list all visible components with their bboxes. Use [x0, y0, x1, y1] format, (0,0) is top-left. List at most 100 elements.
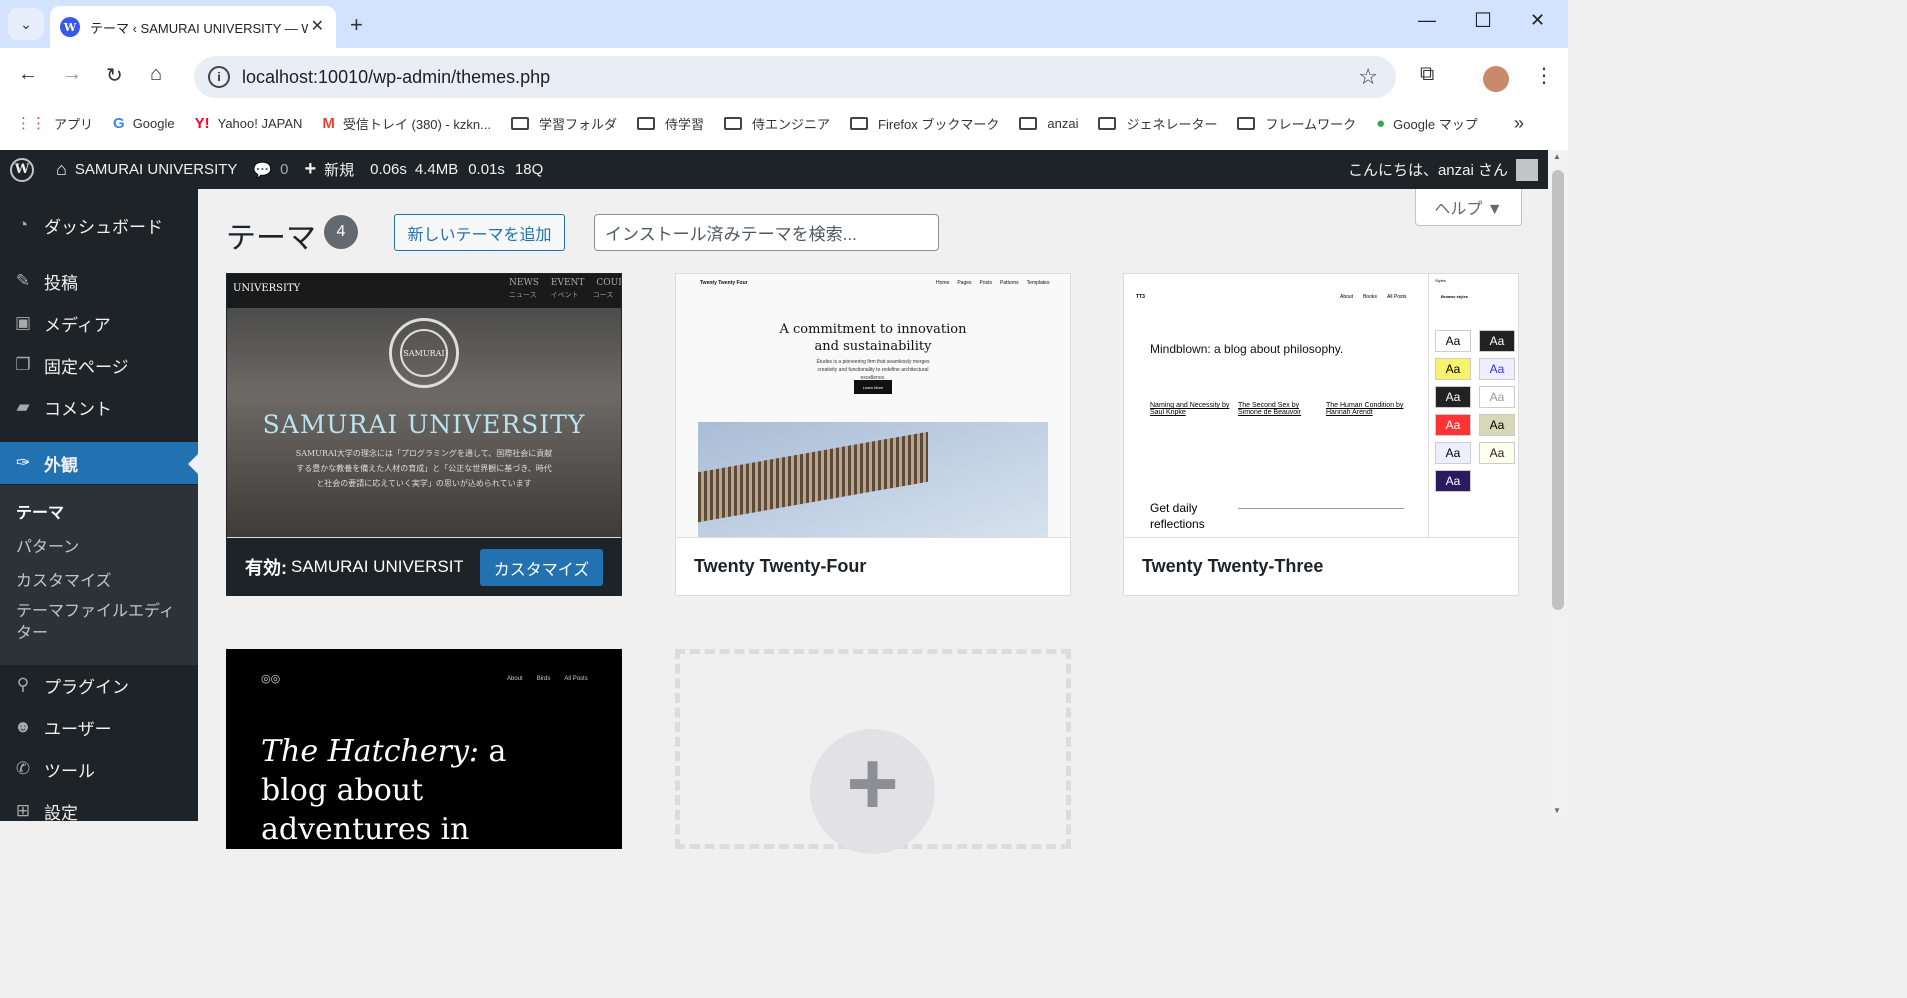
hatchery-logo-icon: ◎◎	[261, 673, 281, 685]
samurai-shot-nav: NEWSEVENTCOURSE	[509, 278, 621, 288]
bookmarks-bar: ⋮⋮ アプリ G Google Y! Yahoo! JAPAN M 受信トレイ (380…	[0, 106, 1568, 140]
t23-shot-footer: Get daily reflections	[1150, 501, 1205, 531]
reload-icon[interactable]: ↻	[106, 63, 123, 88]
theme-card-hatchery[interactable]: ◎◎ About Birds All Posts The Hatchery: a b…	[226, 649, 622, 849]
bookmark-gmail[interactable]: M 受信トレイ (380) - kzkn...	[322, 114, 491, 133]
hatchery-shot-nav: About Birds All Posts	[507, 676, 588, 682]
samurai-shot-nav-sub: ニュース イベント コース	[509, 292, 614, 299]
folder-icon	[1098, 116, 1117, 130]
menu-tools[interactable]: ✆ ツール	[0, 748, 198, 790]
theme-search-input[interactable]: インストール済みテーマを検索...	[594, 214, 939, 251]
new-content-link[interactable]: + 新規	[304, 158, 354, 181]
menu-users[interactable]: ☻ ユーザー	[0, 706, 198, 748]
bookmark-yahoo[interactable]: Y! Yahoo! JAPAN	[195, 115, 303, 132]
theme-screenshot-samurai: UNIVERSITY NEWSEVENTCOURSE ニュースイベントコース S…	[227, 274, 621, 537]
bookmark-google-maps[interactable]: ● Google マップ	[1376, 114, 1478, 133]
minimize-icon[interactable]: —	[1418, 10, 1436, 31]
appearance-submenu: テーマ パターン カスタマイズ テーマファイルエディター	[0, 485, 198, 665]
menu-pages[interactable]: ❐ 固定ページ	[0, 344, 198, 386]
t24-shot-heading: A commitment to innovation and sustainab…	[779, 322, 967, 354]
home-icon[interactable]: ⌂	[150, 63, 162, 86]
close-tab-icon[interactable]: ✕	[311, 16, 324, 36]
back-icon[interactable]: ←	[18, 63, 38, 86]
extensions-icon[interactable]: ⧉	[1420, 63, 1434, 86]
scrollbar-thumb[interactable]	[1552, 170, 1564, 610]
page-title: テーマ	[226, 222, 316, 255]
yahoo-icon: Y!	[194, 114, 210, 132]
t23-shot-post-1: Naming and Necessity by Saul Kripke	[1150, 402, 1230, 416]
menu-plugins[interactable]: ⚲ プラグイン	[0, 664, 198, 706]
close-window-icon[interactable]: ✕	[1530, 10, 1545, 31]
query-monitor-stats[interactable]: 0.06s 4.4MB 0.01s 18Q	[370, 161, 543, 178]
plugin-icon: ⚲	[16, 675, 30, 694]
wp-admin-bar: W ⌂ SAMURAI UNIVERSITY 💬 0 + 新規 0.06s 4.4MB…	[0, 150, 1548, 189]
bookmark-google[interactable]: G Google	[113, 115, 175, 132]
user-icon: ☻	[14, 717, 32, 736]
t23-shot-brand: TT3	[1136, 294, 1145, 300]
address-bar[interactable]: i localhost:10010/wp-admin/themes.php ☆	[194, 56, 1396, 98]
more-bookmarks-icon[interactable]: »	[1514, 113, 1524, 134]
comments-link[interactable]: 💬 0	[253, 161, 288, 179]
theme-card-twenty-twenty-three[interactable]: TT3 About Books All Posts Mindblown: a blo…	[1123, 273, 1519, 596]
folder-icon	[850, 116, 869, 130]
submenu-themes[interactable]: テーマ	[16, 499, 64, 523]
plus-icon: +	[304, 158, 317, 180]
theme-count-badge: 4	[324, 215, 358, 249]
submenu-theme-file-editor[interactable]: テーマファイルエディター	[16, 601, 186, 645]
profile-avatar[interactable]	[1483, 66, 1509, 92]
bookmark-star-icon[interactable]: ☆	[1358, 64, 1378, 90]
new-tab-button[interactable]: +	[350, 12, 363, 38]
bookmark-folder-generator[interactable]: ジェネレーター	[1098, 114, 1217, 133]
forward-icon[interactable]: →	[62, 63, 82, 86]
wordpress-logo-icon[interactable]: W	[10, 157, 34, 182]
settings-icon: ⊞	[15, 801, 31, 820]
t24-shot-nav: Home Pages Posts Patterns Templates	[936, 280, 1050, 286]
theme-name-t24: Twenty Twenty-Four	[676, 537, 1070, 595]
site-name-link[interactable]: ⌂ SAMURAI UNIVERSITY	[56, 159, 237, 180]
samurai-shot-heading: SAMURAI UNIVERSITY	[262, 410, 586, 439]
samurai-emblem-icon: SAMURAI	[389, 318, 459, 388]
media-icon: ▣	[14, 313, 32, 332]
help-tab-button[interactable]: ヘルプ ▼	[1415, 189, 1522, 226]
page-scrollbar[interactable]: ▲ ▼	[1548, 150, 1568, 821]
active-label: 有効:	[245, 557, 287, 578]
main-content: ヘルプ ▼ テーマ 4 新しいテーマを追加 インストール済みテーマを検索... …	[198, 189, 1548, 854]
t23-shot-heading: Mindblown: a blog about philosophy.	[1150, 342, 1344, 356]
browser-tab-active[interactable]: W テーマ ‹ SAMURAI UNIVERSITY — W ✕	[50, 6, 336, 48]
submenu-customize[interactable]: カスタマイズ	[16, 567, 112, 591]
t24-shot-body: Études is a pioneering firm that seamles…	[816, 359, 930, 381]
menu-comments[interactable]: ▰ コメント	[0, 386, 198, 428]
t23-shot-divider	[1238, 508, 1404, 509]
folder-icon	[1019, 116, 1038, 130]
menu-settings[interactable]: ⊞ 設定	[0, 790, 198, 832]
samurai-shot-logo: UNIVERSITY	[233, 283, 301, 294]
menu-posts[interactable]: ✎ 投稿	[0, 260, 198, 302]
menu-media[interactable]: ▣ メディア	[0, 302, 198, 344]
add-new-theme-button[interactable]: 新しいテーマを追加	[394, 214, 565, 251]
menu-kebab-icon[interactable]: ⋮	[1534, 63, 1554, 88]
pages-icon: ❐	[15, 355, 31, 374]
menu-appearance[interactable]: ✑ 外観	[0, 442, 198, 484]
my-account-link[interactable]: こんにちは、anzai さん	[1348, 158, 1538, 181]
t24-shot-brand: Twenty Twenty Four	[700, 280, 748, 286]
bookmark-folder-anzai[interactable]: anzai	[1019, 116, 1078, 131]
submenu-patterns[interactable]: パターン	[16, 533, 79, 557]
menu-dashboard[interactable]: ◔ ダッシュボード	[0, 204, 198, 246]
bookmark-folder-firefox[interactable]: Firefox ブックマーク	[850, 114, 999, 133]
tab-search-button[interactable]: ⌄	[8, 8, 44, 40]
folder-icon	[724, 116, 743, 130]
maximize-icon[interactable]: ☐	[1474, 8, 1492, 33]
wordpress-favicon-icon: W	[60, 17, 80, 37]
bookmark-folder-study[interactable]: 学習フォルダ	[511, 114, 617, 133]
add-new-theme-card[interactable]: +	[675, 649, 1071, 854]
bookmark-folder-engineer[interactable]: 侍エンジニア	[724, 114, 830, 133]
theme-card-samurai-university[interactable]: UNIVERSITY NEWSEVENTCOURSE ニュースイベントコース S…	[226, 273, 622, 596]
bookmark-apps[interactable]: ⋮⋮ アプリ	[16, 114, 93, 133]
browser-chrome: ⌄ W テーマ ‹ SAMURAI UNIVERSITY — W ✕ + — ☐…	[0, 0, 1568, 150]
bookmark-folder-samurai[interactable]: 侍学習	[637, 114, 704, 133]
customize-button[interactable]: カスタマイズ	[480, 549, 603, 586]
theme-card-twenty-twenty-four[interactable]: Twenty Twenty Four Home Pages Posts Pattern…	[675, 273, 1071, 596]
site-info-icon[interactable]: i	[208, 66, 230, 88]
bookmark-folder-framework[interactable]: フレームワーク	[1237, 114, 1356, 133]
gmail-icon: M	[322, 114, 335, 132]
